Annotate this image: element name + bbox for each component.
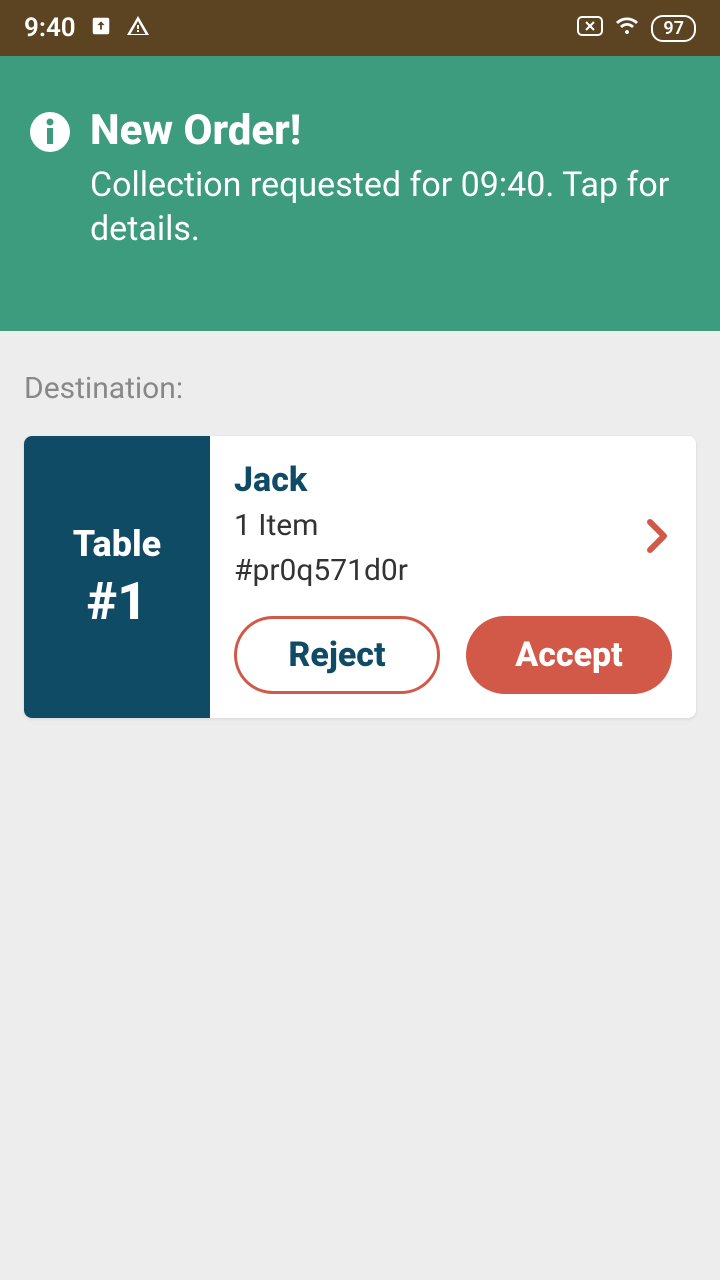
customer-name: Jack <box>234 460 672 500</box>
status-left: 9:40 <box>24 13 150 43</box>
order-card[interactable]: Table #1 Jack 1 Item #pr0q571d0r Reject … <box>24 436 696 718</box>
accept-button[interactable]: Accept <box>466 616 672 694</box>
table-number: #1 <box>87 571 147 632</box>
warning-icon <box>126 14 150 42</box>
chevron-right-icon[interactable] <box>644 516 672 560</box>
status-right: 97 <box>577 15 696 42</box>
upload-icon <box>90 15 112 41</box>
banner-subtitle: Collection requested for 09:40. Tap for … <box>90 163 690 251</box>
reject-button[interactable]: Reject <box>234 616 440 694</box>
notification-banner[interactable]: New Order! Collection requested for 09:4… <box>0 56 720 331</box>
table-badge: Table #1 <box>24 436 210 718</box>
battery-indicator: 97 <box>651 15 696 42</box>
content-area: Destination: Table #1 Jack 1 Item #pr0q5… <box>0 331 720 758</box>
status-bar: 9:40 97 <box>0 0 720 56</box>
order-details: Jack 1 Item #pr0q571d0r Reject Accept <box>210 436 696 718</box>
info-icon <box>30 112 70 251</box>
button-row: Reject Accept <box>234 616 672 694</box>
item-count: 1 Item <box>234 508 672 543</box>
status-time: 9:40 <box>24 13 76 43</box>
wifi-icon <box>615 16 639 40</box>
close-box-icon <box>577 16 603 40</box>
destination-label: Destination: <box>24 371 696 406</box>
table-label: Table <box>73 523 161 565</box>
order-id: #pr0q571d0r <box>234 553 672 588</box>
banner-title: New Order! <box>90 106 690 155</box>
banner-text: New Order! Collection requested for 09:4… <box>90 106 690 251</box>
